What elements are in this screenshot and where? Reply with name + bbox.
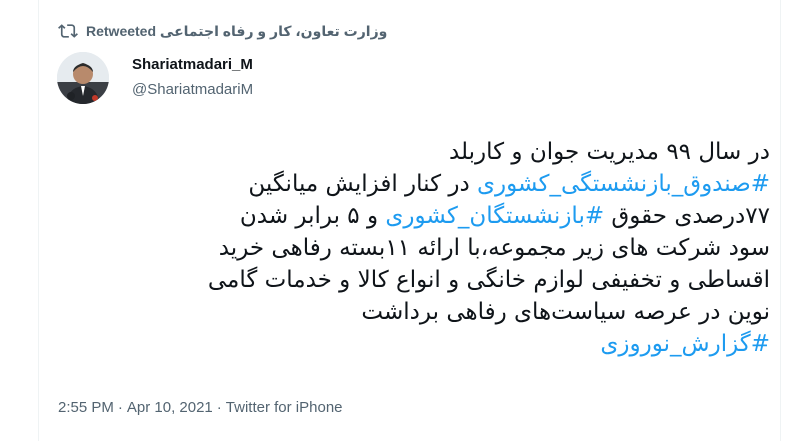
tweet-card: وزارت تعاون، کار و رفاه اجتماعی Retweete… bbox=[0, 0, 793, 441]
retweet-label: وزارت تعاون، کار و رفاه اجتماعی Retweete… bbox=[86, 22, 388, 39]
tweet-text: در سال ۹۹ مدیریت جوان و کاربلد #صندوق_باز… bbox=[58, 136, 770, 360]
tweet-time-link[interactable]: 2:55 PM bbox=[58, 399, 114, 416]
meta-separator: · bbox=[216, 399, 222, 416]
timeline-right-border bbox=[780, 0, 781, 441]
tweet-text-line: در سال ۹۹ مدیریت جوان و کاربلد bbox=[58, 136, 770, 168]
timeline-left-border bbox=[38, 0, 39, 441]
tweet-text-line: اقساطی و تخفیفی لوازم خانگی و انواع کالا… bbox=[58, 264, 770, 296]
tweet-text-line: ۷۷درصدی حقوق #بازنشستگان_کشوری و ۵ برابر… bbox=[58, 200, 770, 232]
tweet-text-line: نوین در عرصه سیاست‌های رفاهی برداشت bbox=[58, 296, 770, 328]
tweet-text-line: #صندوق_بازنشستگی_کشوری در کنار افزایش می… bbox=[58, 168, 770, 200]
meta-separator: · bbox=[117, 399, 123, 416]
tweet-source-link[interactable]: Twitter for iPhone bbox=[226, 399, 343, 416]
tweet-text-segment: و ۵ برابر شدن bbox=[239, 203, 386, 229]
author-avatar[interactable] bbox=[57, 52, 109, 104]
tweet-text-segment: ۷۷درصدی حقوق bbox=[604, 203, 770, 229]
tweet-date-link[interactable]: Apr 10, 2021 bbox=[127, 399, 213, 416]
tweet-text-segment: اقساطی و تخفیفی لوازم خانگی و انواع کالا… bbox=[207, 267, 770, 293]
retweet-indicator[interactable]: وزارت تعاون، کار و رفاه اجتماعی Retweete… bbox=[58, 20, 387, 42]
retweet-icon bbox=[58, 21, 78, 41]
avatar-photo bbox=[57, 52, 109, 104]
author-handle[interactable]: @ShariatmadariM bbox=[132, 81, 253, 98]
hashtag-link[interactable]: #گزارش_نوروزی bbox=[600, 331, 770, 357]
tweet-text-segment: سود شرکت های زیر مجموعه،با ارائه ۱۱بسته … bbox=[218, 235, 770, 261]
author-display-name[interactable]: Shariatmadari_M bbox=[132, 56, 253, 73]
hashtag-link[interactable]: #بازنشستگان_کشوری bbox=[385, 203, 604, 229]
hashtag-link[interactable]: #صندوق_بازنشستگی_کشوری bbox=[477, 171, 770, 197]
tweet-text-segment: در کنار افزایش میانگین bbox=[248, 171, 477, 197]
tweet-text-line: #گزارش_نوروزی bbox=[58, 328, 770, 360]
tweet-text-segment: نوین در عرصه سیاست‌های رفاهی برداشت bbox=[361, 299, 770, 325]
tweet-metadata: 2:55 PM · Apr 10, 2021 · Twitter for iPh… bbox=[58, 399, 343, 416]
tweet-text-segment: در سال ۹۹ مدیریت جوان و کاربلد bbox=[448, 139, 770, 165]
tweet-text-line: سود شرکت های زیر مجموعه،با ارائه ۱۱بسته … bbox=[58, 232, 770, 264]
